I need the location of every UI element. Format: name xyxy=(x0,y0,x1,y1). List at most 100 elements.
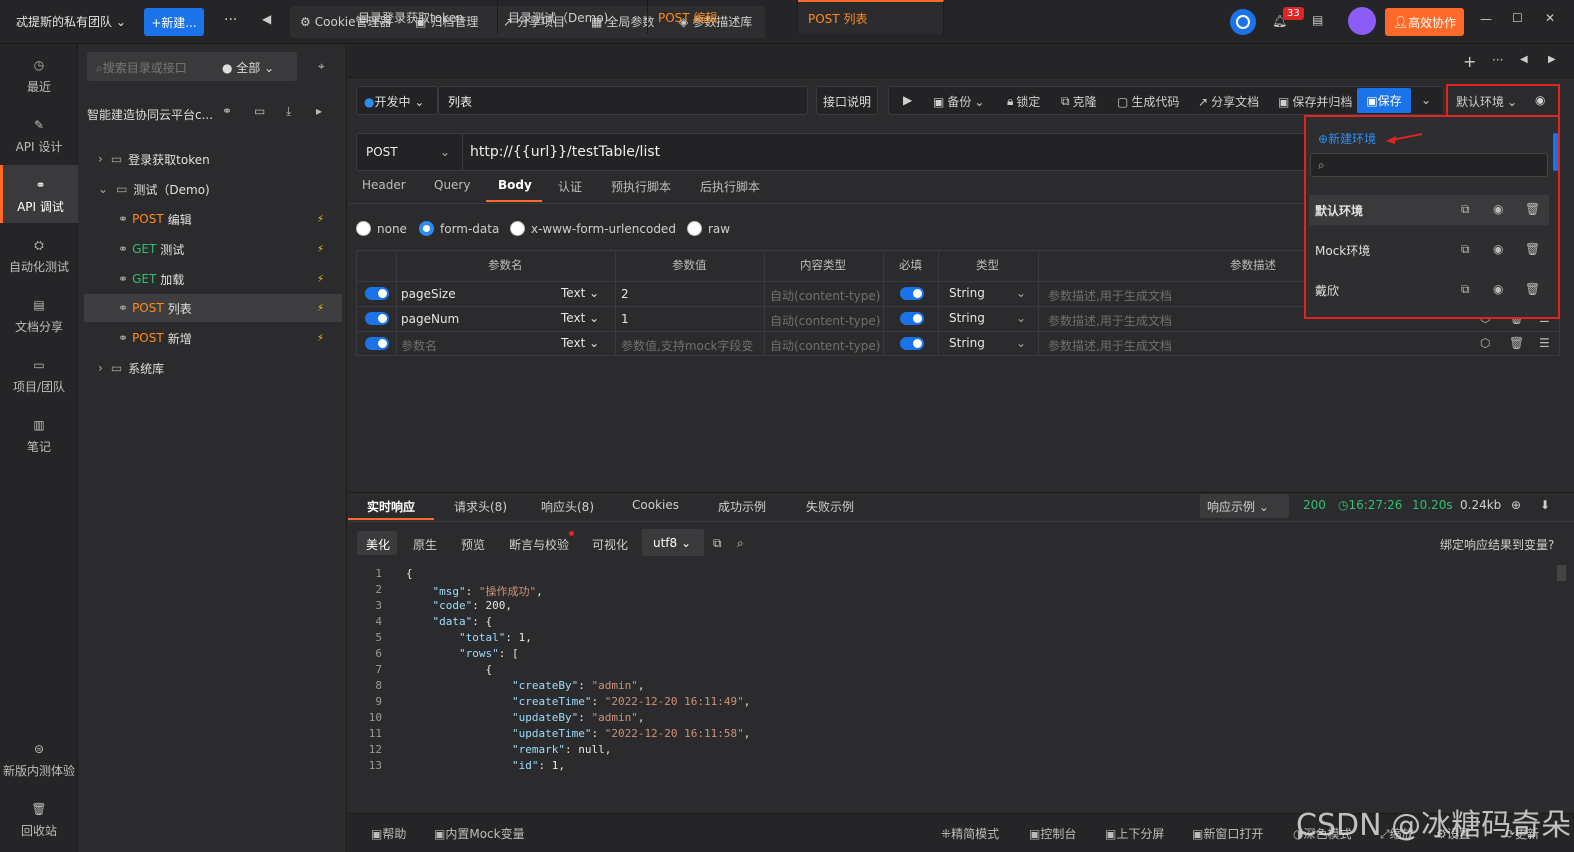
globe-icon[interactable]: ⊕ xyxy=(1511,498,1521,512)
backup-button[interactable]: ▣ 备份 ⌄ xyxy=(933,93,984,110)
trash-icon[interactable]: 🗑︎ xyxy=(1525,202,1540,216)
tab-next-icon[interactable]: ▶ xyxy=(1548,54,1556,65)
param-name[interactable]: pageNum xyxy=(401,312,459,326)
save-archive-button[interactable]: ▣ 保存并归档 xyxy=(1278,93,1352,110)
clone-button[interactable]: ⧉ 克隆 xyxy=(1061,93,1097,110)
tree-add-folder-icon[interactable]: ▭ xyxy=(254,104,265,118)
copy-icon[interactable]: ⧉ xyxy=(1461,282,1470,297)
save-button[interactable]: ▣ 保存 xyxy=(1357,88,1411,113)
console-button[interactable]: ▣控制台 xyxy=(1029,825,1076,842)
trash-icon[interactable]: 🗑︎ xyxy=(1525,242,1540,256)
bind-response-var[interactable]: 绑定响应结果到变量? xyxy=(1440,536,1554,553)
required-toggle[interactable] xyxy=(900,312,924,325)
radio-form-data[interactable]: form-data xyxy=(419,221,499,236)
resp-tab-cookies[interactable]: Cookies xyxy=(632,498,679,512)
subtab-post-script[interactable]: 后执行脚本 xyxy=(700,178,760,195)
env-item-mock[interactable]: Mock环境 xyxy=(1309,235,1549,265)
eye-icon[interactable]: ◉ xyxy=(1493,202,1503,216)
rail-recent[interactable]: ◷ 最近 xyxy=(0,58,78,95)
rail-api-debug[interactable]: ⚭ API 调试 xyxy=(0,165,78,223)
eye-icon[interactable]: ◉ xyxy=(1535,93,1545,107)
tab-post-edit[interactable]: POST 编辑 xyxy=(648,0,798,34)
param-value[interactable]: 1 xyxy=(621,312,629,326)
collapse-left-icon[interactable]: ◀ xyxy=(262,12,271,26)
rail-beta[interactable]: ⊜ 新版内测体验 xyxy=(0,742,78,779)
collab-button[interactable]: 👤︎ 高效协作 xyxy=(1385,8,1464,36)
param-content-type[interactable]: 自动(content-type) xyxy=(770,337,880,354)
row-delete-icon[interactable]: 🗑︎ xyxy=(1509,336,1524,350)
tab-demo[interactable]: 目录测试（Demo) xyxy=(498,0,648,34)
env-selector[interactable]: 默认环境 ⌄ xyxy=(1456,93,1517,110)
trash-icon[interactable]: 🗑︎ xyxy=(1525,282,1540,296)
view-tab-pretty[interactable]: 美化 xyxy=(366,536,390,553)
tree-link-icon[interactable]: ⚭ xyxy=(222,104,232,118)
notes-icon[interactable]: ▤ xyxy=(1312,13,1323,27)
rail-api-design[interactable]: ✎ API 设计 xyxy=(0,118,78,155)
tab-login-token[interactable]: 目录登录获取token xyxy=(348,0,498,34)
resp-tab-realtime[interactable]: 实时响应 xyxy=(367,498,415,515)
param-kind-select[interactable]: Text ⌄ xyxy=(561,336,599,350)
copy-icon[interactable]: ⧉ xyxy=(1461,242,1470,257)
gen-code-button[interactable]: ▢ 生成代码 xyxy=(1117,93,1179,110)
run-icon[interactable]: ▶ xyxy=(903,93,912,107)
tab-post-list[interactable]: POST 列表 xyxy=(798,0,944,34)
resp-tab-req-headers[interactable]: 请求头(8) xyxy=(454,498,507,515)
eye-icon[interactable]: ◉ xyxy=(1493,242,1503,256)
param-desc[interactable]: 参数描述,用于生成文档 xyxy=(1048,312,1172,329)
subtab-auth[interactable]: 认证 xyxy=(558,178,582,195)
param-value[interactable]: 2 xyxy=(621,287,629,301)
rail-trash[interactable]: 🗑︎ 回收站 xyxy=(0,802,78,839)
search-icon[interactable]: ⌕ xyxy=(737,536,744,551)
tree-item-post-list[interactable]: ⚭ POST 列表 ⚡︎ xyxy=(84,294,342,322)
required-toggle[interactable] xyxy=(900,337,924,350)
subtab-pre-script[interactable]: 预执行脚本 xyxy=(611,178,671,195)
param-name[interactable]: pageSize xyxy=(401,287,456,301)
tabs-more-icon[interactable]: ··· xyxy=(1492,53,1503,67)
row-drag-icon[interactable]: ☰ xyxy=(1539,336,1550,350)
radio-none[interactable]: none xyxy=(356,221,407,236)
lock-button[interactable]: 🔒︎ 锁定 xyxy=(1007,93,1040,110)
code-scrollbar[interactable] xyxy=(1557,565,1566,581)
new-env-button[interactable]: ⊕新建环境 xyxy=(1318,130,1376,147)
param-kind-select[interactable]: Text ⌄ xyxy=(561,311,599,325)
project-name[interactable]: 智能建造协同云平台c... xyxy=(87,106,213,123)
view-tab-assert[interactable]: 断言与校验 xyxy=(509,536,569,553)
param-type-select[interactable]: String xyxy=(949,336,985,350)
resp-tab-fail[interactable]: 失败示例 xyxy=(806,498,854,515)
help-button[interactable]: ▣帮助 xyxy=(371,825,406,842)
param-name-input[interactable]: 参数名 xyxy=(401,337,437,354)
add-tab-icon[interactable]: + xyxy=(1463,52,1476,71)
save-more-icon[interactable]: ⌄ xyxy=(1421,93,1431,107)
tree-item-post-edit[interactable]: ⚭ POST 编辑 ⚡︎ xyxy=(84,205,342,233)
more-menu-icon[interactable]: ··· xyxy=(224,12,237,28)
new-window-button[interactable]: ▣新窗口打开 xyxy=(1192,825,1263,842)
rail-project-team[interactable]: ▭ 项目/团队 xyxy=(0,358,78,395)
row-enable-toggle[interactable] xyxy=(365,337,389,350)
env-scrollbar[interactable] xyxy=(1553,133,1558,171)
param-type-select[interactable]: String xyxy=(949,286,985,300)
row-enable-toggle[interactable] xyxy=(365,287,389,300)
param-desc[interactable]: 参数描述,用于生成文档 xyxy=(1048,337,1172,354)
env-item-default[interactable]: 默认环境 xyxy=(1309,195,1549,225)
tree-folder-system[interactable]: › ▭ 系统库 xyxy=(84,354,342,382)
tree-folder-demo[interactable]: ⌄ ▭ 测试（Demo) xyxy=(84,175,342,203)
tree-filter-select[interactable]: ● 全部 ⌄ xyxy=(222,59,274,76)
param-content-type[interactable]: 自动(content-type) xyxy=(770,287,880,304)
view-tab-preview[interactable]: 预览 xyxy=(461,536,485,553)
radio-raw[interactable]: raw xyxy=(687,221,730,236)
param-type-select[interactable]: String xyxy=(949,311,985,325)
copy-icon[interactable]: ⧉ xyxy=(713,536,722,551)
row-cube-icon[interactable]: ⬡ xyxy=(1480,336,1490,350)
param-desc[interactable]: 参数描述,用于生成文档 xyxy=(1048,287,1172,304)
tree-folder-login[interactable]: › ▭ 登录获取token xyxy=(84,145,342,173)
new-button[interactable]: +新建... xyxy=(144,8,204,36)
maximize-icon[interactable]: ☐ xyxy=(1512,11,1523,25)
close-icon[interactable]: ✕ xyxy=(1545,11,1555,25)
tree-item-post-add[interactable]: ⚭ POST 新增 ⚡︎ xyxy=(84,324,342,352)
tree-search-input[interactable]: ⌕搜索目录或接口 xyxy=(96,59,187,76)
split-button[interactable]: ▣上下分屏 xyxy=(1105,825,1164,842)
subtab-header[interactable]: Header xyxy=(362,178,406,192)
sync-icon[interactable] xyxy=(1230,9,1256,35)
view-tab-visualize[interactable]: 可视化 xyxy=(592,536,628,553)
tree-item-get-load[interactable]: ⚭ GET 加载 ⚡︎ xyxy=(84,265,342,293)
